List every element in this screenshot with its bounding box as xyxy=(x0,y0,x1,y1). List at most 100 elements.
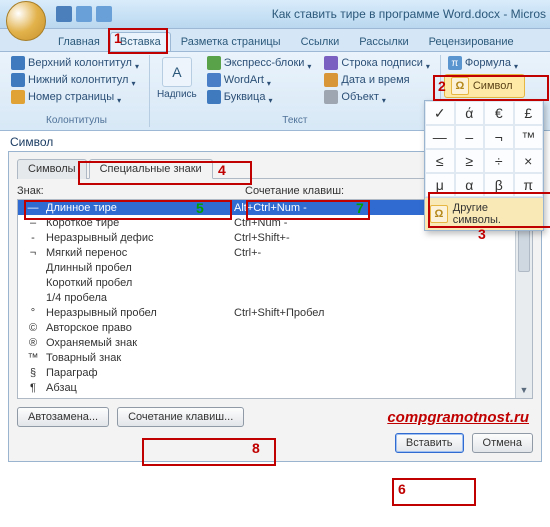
table-row[interactable]: ©Авторское право xyxy=(18,320,532,335)
more-symbols-item[interactable]: Ω Другие символы. xyxy=(425,197,543,230)
tab-mailings[interactable]: Рассылки xyxy=(349,32,418,51)
ribbon-tabs: Главная Вставка Разметка страницы Ссылки… xyxy=(0,29,550,52)
equation-button[interactable]: πФормула xyxy=(444,55,525,71)
group-text: A Надпись Экспресс-блоки WordArt Буквица… xyxy=(150,55,441,127)
callout-6 xyxy=(392,478,476,506)
scroll-down-icon[interactable]: ▼ xyxy=(516,382,532,398)
quick-access-toolbar xyxy=(56,6,112,22)
undo-icon[interactable] xyxy=(76,6,92,22)
table-row[interactable]: Короткий пробел xyxy=(18,275,532,290)
dropcap-button[interactable]: Буквица xyxy=(203,89,319,105)
footer-button[interactable]: Нижний колонтитул xyxy=(7,72,146,88)
cell-name: Товарный знак xyxy=(46,352,234,364)
object-button[interactable]: Объект xyxy=(320,89,436,105)
group-headers-footers: Верхний колонтитул Нижний колонтитул Ном… xyxy=(4,55,150,127)
cell-symbol: — xyxy=(20,202,46,214)
cell-name: Неразрывный дефис xyxy=(46,232,234,244)
table-row[interactable]: 1/4 пробела xyxy=(18,290,532,305)
header-label: Верхний колонтитул xyxy=(28,57,132,69)
symbol-cell[interactable]: β xyxy=(484,173,514,197)
textbox-label: Надпись xyxy=(157,89,197,100)
table-row[interactable]: ¶Абзац xyxy=(18,380,532,395)
symbol-cell[interactable]: ÷ xyxy=(484,149,514,173)
table-row[interactable]: ™Товарный знак xyxy=(18,350,532,365)
cell-symbol: ® xyxy=(20,337,46,349)
table-row[interactable]: §Параграф xyxy=(18,365,532,380)
symbol-cell[interactable]: — xyxy=(425,125,455,149)
cell-symbol: ¬ xyxy=(20,247,46,259)
redo-icon[interactable] xyxy=(96,6,112,22)
omega-icon: Ω xyxy=(430,205,448,223)
window-title: Как ставить тире в программе Word.docx -… xyxy=(272,7,546,21)
header-button[interactable]: Верхний колонтитул xyxy=(7,55,146,71)
quickparts-label: Экспресс-блоки xyxy=(224,57,305,69)
watermark: compgramotnost.ru xyxy=(387,409,529,426)
signature-button[interactable]: Строка подписи xyxy=(320,55,436,71)
cell-name: Мягкий перенос xyxy=(46,247,234,259)
save-icon[interactable] xyxy=(56,6,72,22)
symbol-cell[interactable]: ✓ xyxy=(425,101,455,125)
symbol-cell[interactable]: × xyxy=(514,149,544,173)
cell-shortcut: Ctrl+Shift+- xyxy=(234,232,532,244)
symbol-cell[interactable]: α xyxy=(455,173,485,197)
object-label: Объект xyxy=(341,91,378,103)
symbol-button[interactable]: ΩСимвол xyxy=(444,74,525,98)
cell-name: Неразрывный пробел xyxy=(46,307,234,319)
tab-layout[interactable]: Разметка страницы xyxy=(171,32,291,51)
equation-label: Формула xyxy=(465,57,511,69)
symbol-cell[interactable]: ≥ xyxy=(455,149,485,173)
table-row[interactable]: …МноготочиеAlt+Ctrl+. xyxy=(18,395,532,399)
quickparts-button[interactable]: Экспресс-блоки xyxy=(203,55,319,71)
wordart-button[interactable]: WordArt xyxy=(203,72,319,88)
symbol-cell[interactable]: ™ xyxy=(514,125,544,149)
cell-symbol: – xyxy=(20,217,46,229)
symbol-cell[interactable]: – xyxy=(455,125,485,149)
symbol-cell[interactable]: ¬ xyxy=(484,125,514,149)
table-row[interactable]: °Неразрывный пробелCtrl+Shift+Пробел xyxy=(18,305,532,320)
header-icon xyxy=(11,56,25,70)
cell-symbol: § xyxy=(20,367,46,379)
more-symbols-label: Другие символы. xyxy=(453,202,538,226)
table-row[interactable]: ¬Мягкий переносCtrl+- xyxy=(18,245,532,260)
cell-symbol: … xyxy=(20,397,46,400)
autocorrect-button[interactable]: Автозамена... xyxy=(17,407,109,427)
symbol-cell[interactable]: π xyxy=(514,173,544,197)
table-row[interactable]: ®Охраняемый знак xyxy=(18,335,532,350)
dropcap-icon xyxy=(207,90,221,104)
symbol-cell[interactable]: ά xyxy=(455,101,485,125)
cell-shortcut: Alt+Ctrl+. xyxy=(234,397,532,400)
textbox-button[interactable]: A Надпись xyxy=(153,55,201,114)
table-row[interactable]: Длинный пробел xyxy=(18,260,532,275)
cancel-button[interactable]: Отмена xyxy=(472,433,533,453)
cell-symbol: ™ xyxy=(20,352,46,364)
datetime-label: Дата и время xyxy=(341,74,409,86)
office-button[interactable] xyxy=(6,1,46,41)
symbol-dropdown: ✓ά€£ —–¬™ ≤≥÷× μαβπ Ω Другие символы. xyxy=(424,100,544,231)
tab-insert[interactable]: Вставка xyxy=(110,32,171,51)
pi-icon: π xyxy=(448,56,462,70)
cell-name: Длинный пробел xyxy=(46,262,234,274)
insert-button[interactable]: Вставить xyxy=(395,433,464,453)
group-label: Колонтитулы xyxy=(7,114,146,127)
tab-review[interactable]: Рецензирование xyxy=(419,32,524,51)
cell-name: Авторское право xyxy=(46,322,234,334)
symbol-cell[interactable]: € xyxy=(484,101,514,125)
tab-home[interactable]: Главная xyxy=(48,32,110,51)
tab-symbols[interactable]: Символы xyxy=(17,159,87,179)
page-number-button[interactable]: Номер страницы xyxy=(7,89,146,105)
symbol-cell[interactable]: £ xyxy=(514,101,544,125)
dropcap-label: Буквица xyxy=(224,91,266,103)
tab-special-chars[interactable]: Специальные знаки xyxy=(89,159,213,179)
symbol-cell[interactable]: μ xyxy=(425,173,455,197)
cell-symbol: ° xyxy=(20,307,46,319)
datetime-icon xyxy=(324,73,338,87)
shortcut-button[interactable]: Сочетание клавиш... xyxy=(117,407,244,427)
cell-symbol: - xyxy=(20,232,46,244)
cell-name: Охраняемый знак xyxy=(46,337,234,349)
datetime-button[interactable]: Дата и время xyxy=(320,72,436,88)
cell-name: Многоточие xyxy=(46,397,234,400)
symbol-cell[interactable]: ≤ xyxy=(425,149,455,173)
textbox-icon: A xyxy=(162,57,192,87)
table-row[interactable]: -Неразрывный дефисCtrl+Shift+- xyxy=(18,230,532,245)
tab-references[interactable]: Ссылки xyxy=(291,32,350,51)
